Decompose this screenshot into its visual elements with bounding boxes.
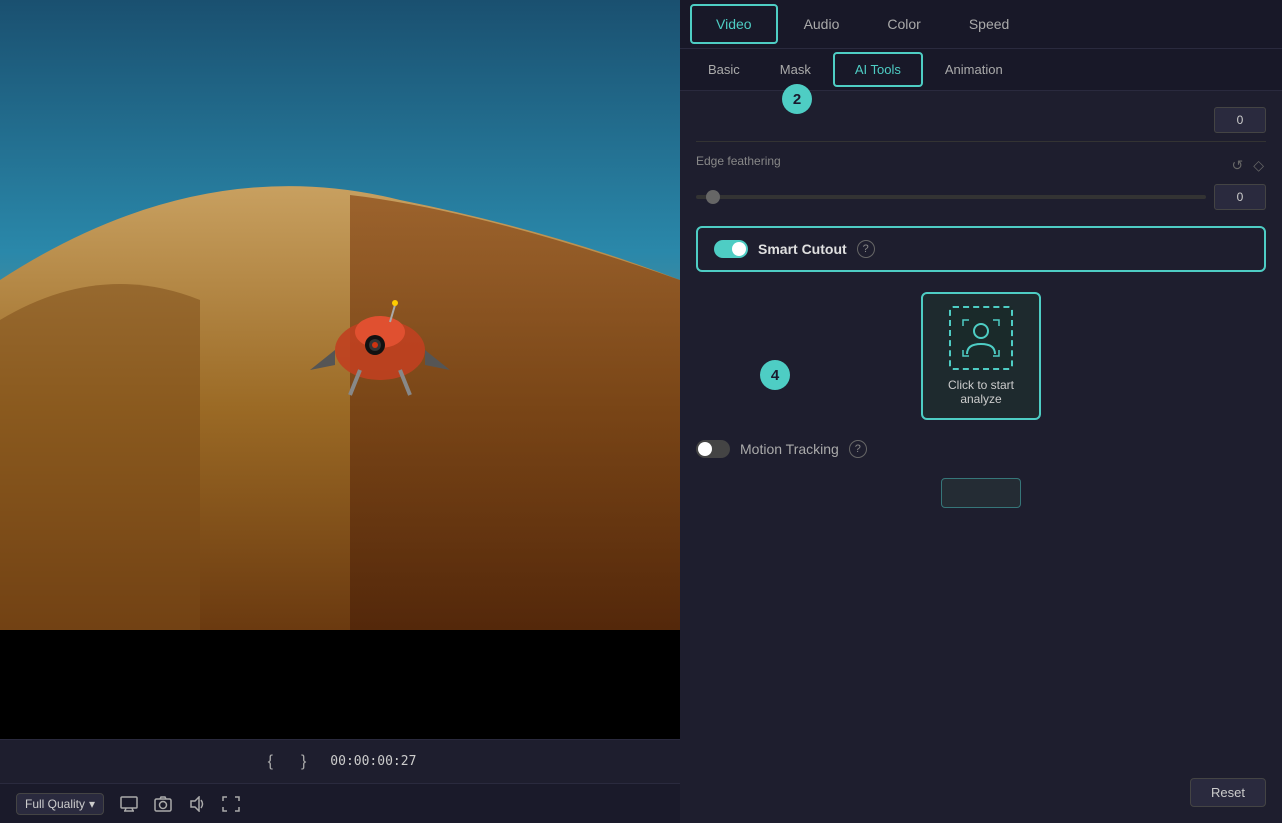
smart-cutout-toggle-knob (732, 242, 746, 256)
right-panel: Video Audio Color Speed Basic Mask AI To… (680, 0, 1282, 823)
analyze-label: Click to start analyze (935, 378, 1027, 406)
quality-chevron: ▾ (89, 797, 95, 811)
tab-speed[interactable]: Speed (945, 0, 1033, 48)
timecode-display: 00:00:00:27 (330, 754, 416, 769)
secondary-analyze-btn (941, 478, 1021, 508)
motion-tracking-title: Motion Tracking (740, 441, 839, 457)
top-tabs: Video Audio Color Speed (680, 0, 1282, 49)
monitor-button[interactable] (120, 796, 138, 812)
fit-button[interactable] (222, 796, 240, 812)
smart-cutout-help-icon[interactable]: ? (857, 240, 875, 258)
motion-tracking-help-icon[interactable]: ? (849, 440, 867, 458)
edge-feathering-section: Edge feathering ↺ ◇ 0 (696, 154, 1266, 210)
motion-tracking-toggle-knob (698, 442, 712, 456)
video-scene (0, 0, 680, 630)
smart-cutout-title: Smart Cutout (758, 241, 847, 257)
edge-feathering-slider-row: 0 (696, 184, 1266, 210)
tab-basic[interactable]: Basic (688, 49, 760, 90)
smart-cutout-toggle[interactable] (714, 240, 748, 258)
tab-color[interactable]: Color (863, 0, 944, 48)
analyze-icon (949, 306, 1013, 370)
mark-in-button[interactable]: { (264, 749, 277, 775)
tab-ai-tools[interactable]: AI Tools (833, 52, 923, 87)
motion-tracking-toggle[interactable] (696, 440, 730, 458)
tab-video[interactable]: Video (690, 4, 778, 44)
step-badge-2: 2 (782, 84, 812, 114)
video-bottom-bar: Full Quality ▾ (0, 783, 680, 823)
panel-content: 0 Edge feathering ↺ ◇ 0 (680, 91, 1282, 823)
mark-out-button[interactable]: } (297, 749, 310, 775)
reset-area: Reset (1190, 778, 1266, 807)
motion-tracking-section: Motion Tracking ? (696, 440, 1266, 458)
keyframe-feathering-button[interactable]: ◇ (1251, 155, 1266, 176)
sub-tabs: Basic Mask AI Tools Animation (680, 49, 1282, 91)
smart-cutout-section: Smart Cutout ? (696, 226, 1266, 272)
reset-button[interactable]: Reset (1190, 778, 1266, 807)
video-preview (0, 0, 680, 739)
video-panel: { } 00:00:00:27 Full Quality ▾ (0, 0, 680, 823)
edge-feathering-track[interactable] (696, 195, 1206, 199)
edge-feathering-thumb[interactable] (706, 190, 720, 204)
edge-feathering-label: Edge feathering (696, 154, 781, 168)
analyze-area: Click to start analyze (696, 292, 1266, 420)
screenshot-button[interactable] (154, 796, 172, 812)
top-value-box[interactable]: 0 (1214, 107, 1266, 133)
quality-label: Full Quality (25, 797, 85, 811)
audio-button[interactable] (188, 796, 206, 812)
step-badge-4: 4 (760, 360, 790, 390)
tab-animation[interactable]: Animation (925, 49, 1023, 90)
quality-selector[interactable]: Full Quality ▾ (16, 793, 104, 815)
reset-feathering-button[interactable]: ↺ (1229, 155, 1245, 176)
video-controls-bar: { } 00:00:00:27 (0, 739, 680, 783)
edge-feathering-value[interactable]: 0 (1214, 184, 1266, 210)
tab-audio[interactable]: Audio (780, 0, 864, 48)
analyze-button[interactable]: Click to start analyze (921, 292, 1041, 420)
